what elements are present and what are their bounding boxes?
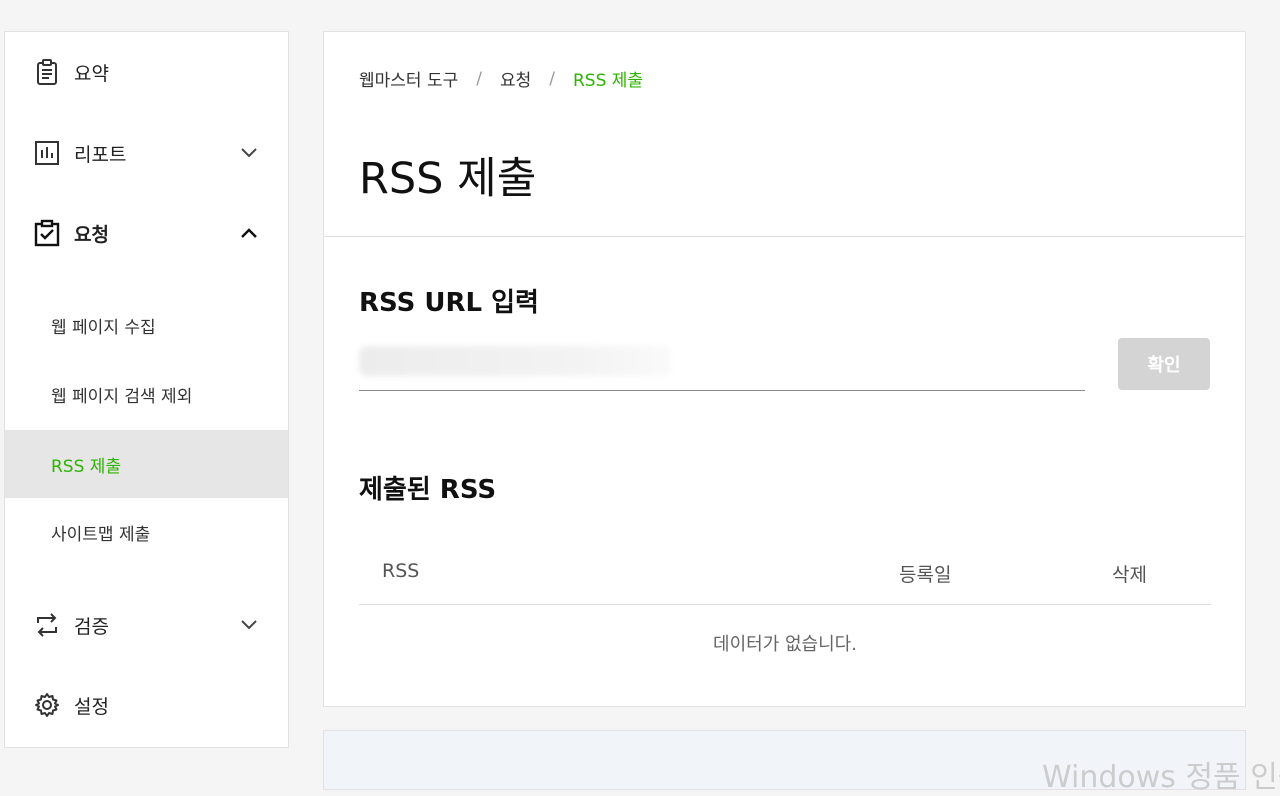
nav-label-request: 요청 [74, 223, 109, 246]
rss-url-section-title: RSS URL 입력 [359, 288, 539, 318]
column-header-delete: 삭제 [1112, 564, 1147, 586]
nav-label-verify: 검증 [74, 615, 109, 638]
sub-item-web-page-exclude[interactable]: 웹 페이지 검색 제외 [5, 360, 288, 428]
clipboard-check-icon [32, 218, 62, 248]
confirm-button[interactable]: 확인 [1118, 338, 1210, 390]
main-panel: 웹마스터 도구 / 요청 / RSS 제출 RSS 제출 RSS URL 입력 … [323, 31, 1246, 707]
chevron-down-icon[interactable] [239, 615, 259, 635]
nav-item-request[interactable]: 요청 [5, 203, 288, 263]
nav-item-settings[interactable]: 설정 [5, 675, 288, 735]
nav-item-verify[interactable]: 검증 [5, 595, 288, 655]
divider [324, 236, 1245, 237]
page-title: RSS 제출 [359, 154, 537, 204]
sub-item-label: RSS 제출 [51, 456, 122, 477]
sub-item-web-page-collect[interactable]: 웹 페이지 수집 [5, 291, 288, 359]
column-header-registered-date: 등록일 [899, 564, 952, 586]
gear-icon [32, 690, 62, 720]
nav-item-summary[interactable]: 요약 [5, 42, 288, 102]
swap-arrows-icon [32, 610, 62, 640]
nav-label-report: 리포트 [74, 143, 127, 166]
clipboard-icon [32, 57, 62, 87]
rss-url-input[interactable] [359, 344, 1085, 391]
breadcrumb-separator: / [549, 68, 555, 89]
submitted-rss-section-title: 제출된 RSS [359, 475, 497, 505]
bar-chart-icon [32, 138, 62, 168]
empty-table-message: 데이터가 없습니다. [713, 634, 857, 655]
sub-item-rss-submit[interactable]: RSS 제출 [5, 430, 288, 498]
chevron-down-icon[interactable] [239, 143, 259, 163]
chevron-up-icon[interactable] [239, 223, 259, 243]
breadcrumb-separator: / [476, 68, 482, 89]
sub-item-label: 사이트맵 제출 [51, 524, 151, 545]
breadcrumb-root[interactable]: 웹마스터 도구 [359, 66, 458, 91]
nav-label-settings: 설정 [74, 695, 109, 718]
nav-item-report[interactable]: 리포트 [5, 123, 288, 183]
sub-item-label: 웹 페이지 수집 [51, 317, 156, 338]
column-header-rss: RSS [382, 560, 420, 582]
breadcrumb-current: RSS 제출 [573, 71, 644, 91]
windows-activation-watermark: Windows 정품 인증 [1042, 760, 1280, 795]
nav-label-summary: 요약 [74, 62, 109, 85]
breadcrumb-section[interactable]: 요청 [500, 66, 531, 91]
breadcrumb: 웹마스터 도구 / 요청 / RSS 제출 [359, 66, 644, 92]
table-header: RSS 등록일 삭제 [359, 542, 1211, 605]
sidebar: 요약 리포트 요청 웹 페이지 수집 웹 페이지 검색 제외 RSS 제출 사이… [4, 31, 289, 748]
sub-item-sitemap-submit[interactable]: 사이트맵 제출 [5, 498, 288, 566]
sub-item-label: 웹 페이지 검색 제외 [51, 386, 193, 407]
